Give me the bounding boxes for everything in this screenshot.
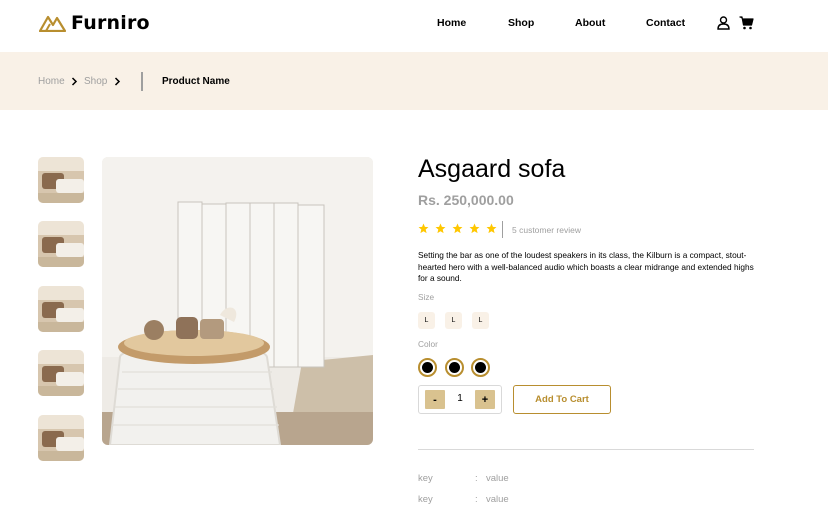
rating-stars [418, 223, 497, 234]
size-option[interactable]: L [418, 312, 435, 329]
nav-about[interactable]: About [575, 17, 605, 29]
thumbnail-image [38, 221, 84, 267]
quantity-decrease-button[interactable]: - [425, 390, 445, 409]
thumbnail-image [38, 350, 84, 396]
section-divider [418, 449, 754, 450]
nav-shop[interactable]: Shop [508, 17, 534, 29]
breadcrumb-divider [141, 72, 143, 91]
color-label: Color [418, 339, 438, 349]
quantity-stepper: - 1 + [418, 385, 502, 414]
breadcrumb: Home Shop Product Name [0, 52, 828, 110]
user-icon[interactable] [717, 16, 730, 30]
size-option[interactable]: L [445, 312, 462, 329]
spec-key: key [418, 494, 433, 505]
color-swatch[interactable] [471, 358, 490, 377]
cart-icon[interactable] [739, 16, 754, 30]
quantity-increase-button[interactable]: + [475, 390, 495, 409]
product-main-image [102, 157, 373, 445]
thumbnail-image [38, 157, 84, 203]
spec-separator: : [475, 494, 478, 505]
thumbnail-image [38, 286, 84, 332]
star-icon [452, 223, 463, 234]
site-header: Furniro Home Shop About Contact [0, 0, 828, 52]
breadcrumb-shop[interactable]: Shop [84, 76, 107, 87]
nav-contact[interactable]: Contact [646, 17, 685, 29]
add-to-cart-button[interactable]: Add To Cart [513, 385, 611, 414]
product-thumbnail[interactable] [38, 221, 84, 267]
spec-key: key [418, 473, 433, 484]
review-count[interactable]: 5 customer review [512, 225, 581, 235]
nav-home[interactable]: Home [437, 17, 466, 29]
chevron-right-icon [71, 77, 78, 86]
product-price: Rs. 250,000.00 [418, 192, 514, 208]
spec-value: value [486, 494, 509, 505]
brand-name: Furniro [71, 12, 150, 34]
star-icon [486, 223, 497, 234]
size-label: Size [418, 292, 435, 302]
size-option[interactable]: L [472, 312, 489, 329]
product-thumbnail[interactable] [38, 286, 84, 332]
product-photo [102, 157, 373, 445]
product-thumbnail[interactable] [38, 157, 84, 203]
spec-separator: : [475, 473, 478, 484]
star-icon [435, 223, 446, 234]
chevron-right-icon [114, 77, 121, 86]
spec-value: value [486, 473, 509, 484]
star-icon [469, 223, 480, 234]
logo[interactable]: Furniro [39, 12, 150, 34]
color-swatch[interactable] [418, 358, 437, 377]
rating-divider [502, 221, 503, 238]
star-icon [418, 223, 429, 234]
logo-mark-icon [39, 15, 66, 32]
thumbnail-image [38, 415, 84, 461]
breadcrumb-current: Product Name [162, 76, 230, 87]
product-description: Setting the bar as one of the loudest sp… [418, 250, 754, 284]
color-swatch[interactable] [445, 358, 464, 377]
product-title: Asgaard sofa [418, 155, 566, 183]
product-thumbnail[interactable] [38, 350, 84, 396]
breadcrumb-home[interactable]: Home [38, 76, 65, 87]
product-thumbnail[interactable] [38, 415, 84, 461]
quantity-value[interactable]: 1 [446, 393, 474, 404]
